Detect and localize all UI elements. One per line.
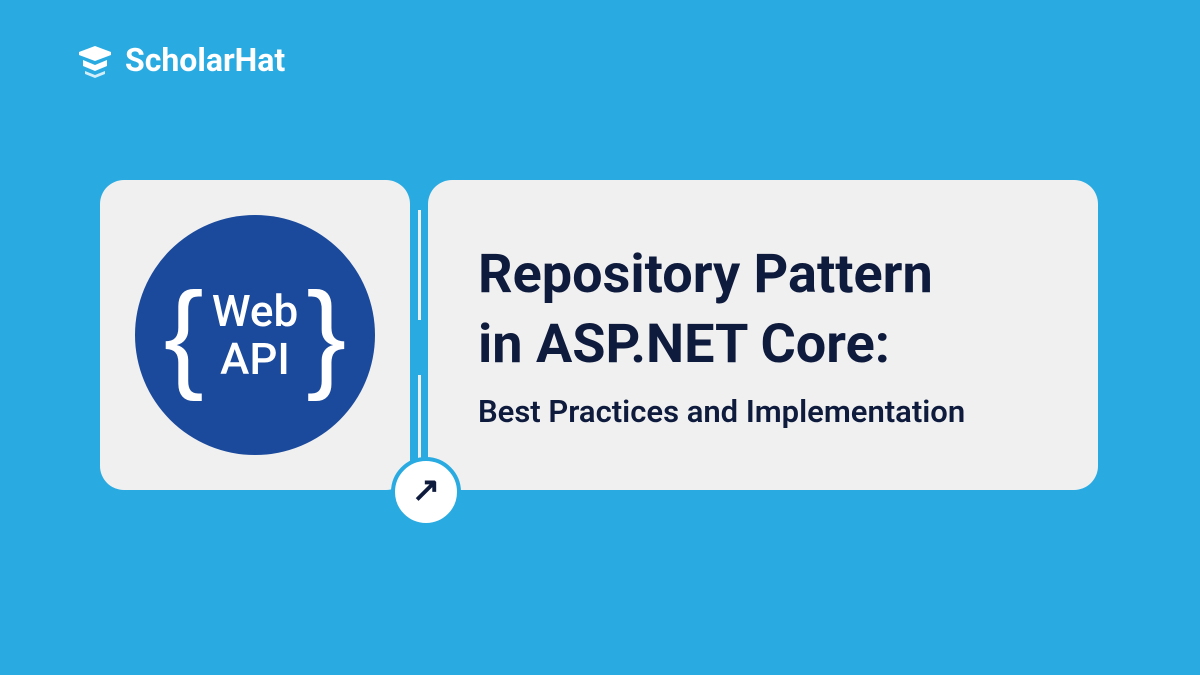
badge-line2: API bbox=[220, 335, 290, 383]
title-card: Repository Pattern in ASP.NET Core: Best… bbox=[428, 180, 1098, 490]
web-api-badge: { Web API } bbox=[135, 215, 375, 455]
connector-line bbox=[418, 210, 421, 320]
connector-line bbox=[418, 375, 421, 465]
badge-content: { Web API } bbox=[164, 275, 347, 395]
brace-left-icon: { bbox=[164, 275, 204, 395]
title-line2: in ASP.NET Core: bbox=[478, 313, 890, 376]
badge-card: { Web API } bbox=[100, 180, 410, 490]
main-title: Repository Pattern in ASP.NET Core: bbox=[478, 240, 1048, 380]
subtitle: Best Practices and Implementation bbox=[478, 393, 1048, 430]
brand-name: ScholarHat bbox=[125, 41, 285, 79]
card-connector bbox=[410, 180, 428, 490]
content-cards: { Web API } Repository Pattern in ASP.NE… bbox=[100, 180, 1098, 490]
brand-logo: ScholarHat bbox=[75, 40, 285, 80]
arrow-button[interactable]: ↗ bbox=[391, 457, 461, 527]
badge-text: Web API bbox=[212, 287, 298, 384]
logo-icon bbox=[75, 40, 115, 80]
arrow-up-right-icon: ↗ bbox=[412, 470, 441, 510]
title-line1: Repository Pattern bbox=[478, 243, 933, 306]
brace-right-icon: } bbox=[306, 275, 346, 395]
badge-line1: Web bbox=[212, 287, 298, 335]
